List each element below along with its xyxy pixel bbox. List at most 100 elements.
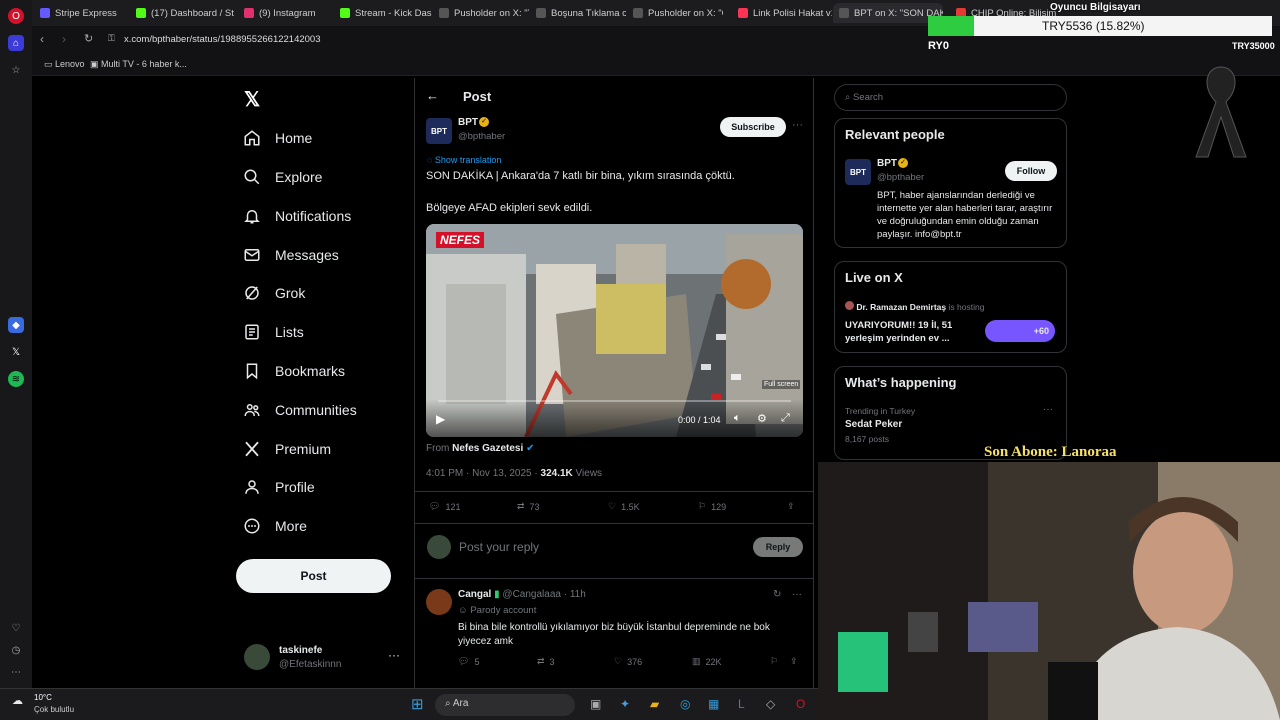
trend-menu-icon[interactable]: ··· [1043,404,1053,415]
bookmark-label: Multi TV - 6 haber k... [101,59,187,69]
tab-active[interactable]: BPT on X: "SON DAKİKA [833,3,943,23]
nav-grok[interactable]: Grok [243,278,305,308]
tab[interactable]: (17) Dashboard / Stre [130,3,234,23]
search-input[interactable]: Search [853,92,883,103]
person-avatar[interactable]: BPT [845,159,871,185]
author-avatar[interactable]: BPT [426,118,452,144]
tab[interactable]: Boşuna Tıklama on X: [530,3,626,23]
trend-name[interactable]: Sedat Peker [845,419,902,430]
comment-menu-icon[interactable]: ··· [792,589,802,600]
windows-start-icon[interactable]: ⊞ [411,695,424,713]
tab[interactable]: Pusholder on X: "Yun [433,3,529,23]
like-action[interactable]: ♡ 376 [614,656,642,667]
like-action[interactable]: ♡ 1.5K [608,501,640,512]
nav-label: Bookmarks [275,363,346,379]
share-action[interactable]: ⇪ [790,656,798,667]
nav-notifications[interactable]: Notifications [243,201,351,231]
search-icon [244,169,260,185]
account-menu-icon[interactable]: ··· [388,648,400,662]
avatar[interactable] [244,644,270,670]
bookmark-item[interactable]: ▭ Lenovo [44,59,85,70]
opera-logo-icon[interactable]: O [8,8,24,24]
live-title[interactable]: UYARIYORUM!! 19 İl, 51 yerleşim yerinden… [845,319,975,345]
bookmark-action[interactable]: ⚐ [770,656,778,667]
nav-premium[interactable]: Premium [243,434,331,464]
views-action[interactable]: ▥ 22K [692,656,722,667]
task-view-icon[interactable]: ▣ [590,697,601,711]
search-box[interactable]: ⌕ Search [834,84,1067,111]
source-name[interactable]: Nefes Gazetesi [452,443,523,454]
site-info-icon[interactable]: ⚿ [108,33,115,44]
person-name[interactable]: BPT [877,158,897,169]
post-meta: 4:01 PM · Nov 13, 2025 · 324.1K Views [426,468,602,479]
forward-icon[interactable]: › [62,32,66,46]
heart-icon[interactable]: ♡ [8,620,24,636]
x-app-icon[interactable]: 𝕏 [8,344,24,360]
app-icon[interactable]: ◇ [766,697,775,711]
edge-icon[interactable]: ◎ [680,697,690,711]
post-menu-icon[interactable]: ··· [792,119,803,131]
nav-home[interactable]: Home [243,123,312,153]
settings-gear-icon[interactable]: ⚙ [757,412,767,425]
opera-icon[interactable]: O [796,697,805,711]
share-action[interactable]: ⇪ [787,501,795,512]
more-icon[interactable]: ⋯ [8,664,24,680]
bookmark-item[interactable]: ▣ Multi TV - 6 haber k... [90,59,187,70]
translate-link[interactable]: ◌ Show translation [427,155,501,165]
repost-action[interactable]: ⇄ 73 [517,501,540,512]
tab[interactable]: Link Polisi Hakat v1.0 [732,3,832,23]
fullscreen-icon[interactable]: ⤢ [781,412,790,425]
video-player[interactable]: NEFES ▶ 0:00 / 1:04 🔈︎ ⚙ ⤢ Full screen [426,224,803,437]
subscribe-button[interactable]: Subscribe [720,117,786,137]
reply-button[interactable]: Reply [753,537,803,557]
avatar[interactable] [426,589,452,615]
post-button[interactable]: Post [236,559,391,593]
comment-author[interactable]: Cangal [458,589,491,600]
tab[interactable]: (9) Instagram [238,3,333,23]
nav-messages[interactable]: Messages [243,240,339,270]
nav-more[interactable]: More [243,511,307,541]
nav-explore[interactable]: Explore [243,162,322,192]
app-icon[interactable]: ◆ [8,317,24,333]
reply-input[interactable]: Post your reply [459,540,539,554]
follow-button[interactable]: Follow [1005,161,1057,181]
reply-action[interactable]: 💬︎ 121 [429,501,460,512]
video-progress-track[interactable] [438,400,791,402]
taskbar-search[interactable]: ⌕ Ara [435,694,575,716]
nav-communities[interactable]: Communities [243,395,357,425]
person-handle[interactable]: @bpthaber [877,172,924,183]
store-icon[interactable]: ▦ [708,697,719,711]
author-name[interactable]: BPT [458,117,478,128]
nav-bookmarks[interactable]: Bookmarks [243,356,345,386]
tab[interactable]: Stream - Kick Dashbo [334,3,432,23]
tab-label: Boşuna Tıklama on X: [551,7,626,19]
x-logo-icon[interactable]: 𝕏 [244,87,260,112]
post-time[interactable]: 4:01 PM · Nov 13, 2025 · [426,468,538,479]
tab[interactable]: Stripe Express [34,3,129,23]
comment-handle[interactable]: @Cangalaaa · 11h [502,589,585,600]
copilot-icon[interactable]: ✦ [620,697,630,711]
host-name[interactable]: Dr. Ramazan Demirtaş [856,302,946,312]
back-icon[interactable]: ‹ [40,32,44,46]
weather-icon[interactable]: ☁ [12,694,23,707]
author-handle[interactable]: @bpthaber [458,131,505,142]
reply-action[interactable]: 💬︎ 5 [458,656,479,667]
home-icon[interactable]: ⌂ [8,35,24,51]
spotify-icon[interactable]: ≋ [8,371,24,387]
app-l-icon[interactable]: L [738,697,745,711]
nav-lists[interactable]: Lists [243,317,304,347]
volume-icon[interactable]: 🔈︎ [734,412,741,425]
tab[interactable]: Pusholder on X: "Çin [627,3,723,23]
repost-action[interactable]: ⇄ 3 [537,656,555,667]
grok-explain-icon[interactable]: ↻ [773,589,781,600]
nav-profile[interactable]: Profile [243,472,315,502]
star-icon[interactable]: ☆ [8,62,24,78]
bookmark-action[interactable]: ⚐ 129 [698,501,726,512]
back-arrow-icon[interactable]: ← [426,88,439,103]
file-explorer-icon[interactable]: ▰ [650,697,659,711]
reload-icon[interactable]: ↻ [84,32,93,45]
history-icon[interactable]: ◷ [8,642,24,658]
live-listeners[interactable]: +60 [985,320,1055,342]
url-field[interactable]: x.com/bpthaber/status/198895526612214200… [124,34,321,45]
play-icon[interactable]: ▶ [436,412,445,426]
